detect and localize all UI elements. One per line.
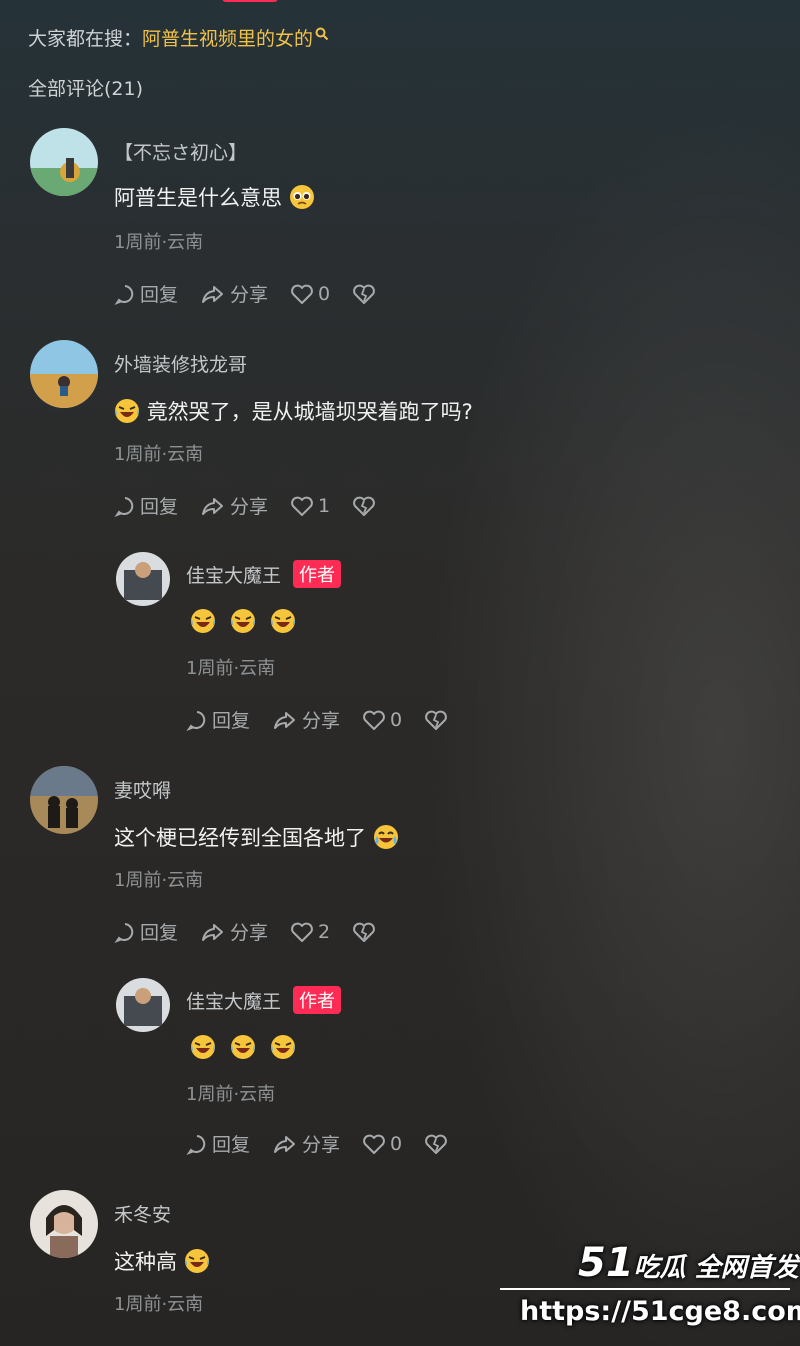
reply-button[interactable]: 回复 <box>186 706 250 733</box>
rolling-laughing-icon <box>191 1035 215 1059</box>
share-button[interactable]: 分享 <box>200 492 268 519</box>
watermark-divider <box>500 1288 790 1290</box>
share-button[interactable]: 分享 <box>272 1130 340 1157</box>
reply-icon <box>186 710 206 731</box>
comment-actions: 回复 分享 2 <box>114 918 402 945</box>
comment-meta: 1周前·云南 <box>114 444 204 465</box>
dislike-button[interactable] <box>424 1133 452 1155</box>
heart-icon <box>291 284 313 304</box>
share-icon <box>274 711 296 729</box>
broken-heart-icon <box>353 922 375 942</box>
comment-meta: 1周前·云南 <box>114 232 204 253</box>
comment-actions: 回复 分享 1 <box>114 492 402 519</box>
broken-heart-icon <box>353 284 375 304</box>
reply-icon <box>114 922 134 943</box>
dislike-button[interactable] <box>352 283 380 305</box>
share-icon <box>274 1135 296 1153</box>
reply-icon <box>114 496 134 517</box>
avatar[interactable] <box>116 978 170 1032</box>
reply-meta: 1周前·云南 <box>186 1084 276 1105</box>
share-button[interactable]: 分享 <box>272 706 340 733</box>
avatar[interactable] <box>116 552 170 606</box>
pleading-face-icon <box>289 185 314 209</box>
reply-emojis <box>190 608 296 634</box>
username[interactable]: 佳宝大魔王 作者 <box>186 986 342 1014</box>
share-button[interactable]: 分享 <box>200 280 268 307</box>
username[interactable]: 外墙装修找龙哥 <box>114 350 247 377</box>
share-icon <box>202 497 224 515</box>
reply-button[interactable]: 回复 <box>186 1130 250 1157</box>
comment-text: 阿普生是什么意思 <box>114 182 315 212</box>
comment-text: 这个梗已经传到全国各地了 <box>114 822 399 852</box>
rolling-laughing-icon <box>184 1249 209 1273</box>
share-button[interactable]: 分享 <box>200 918 268 945</box>
avatar[interactable] <box>30 340 98 408</box>
comment-text: 这种高 <box>114 1246 210 1276</box>
rolling-laughing-icon <box>271 1035 295 1059</box>
broken-heart-icon <box>425 1134 447 1154</box>
watermark: 51吃瓜 全网首发 https://51cge8.com <box>500 1236 800 1346</box>
avatar[interactable] <box>30 128 98 196</box>
heart-icon <box>291 496 313 516</box>
like-button[interactable]: 1 <box>290 495 330 517</box>
share-icon <box>202 923 224 941</box>
reply-button[interactable]: 回复 <box>114 280 178 307</box>
reply-icon <box>186 1134 206 1155</box>
username[interactable]: 禾冬安 <box>114 1200 171 1227</box>
rolling-laughing-icon <box>191 609 215 633</box>
reply-actions: 回复 分享 0 <box>186 706 474 733</box>
username[interactable]: 妻哎嘚 <box>114 776 171 803</box>
broken-heart-icon <box>353 496 375 516</box>
dislike-button[interactable] <box>352 495 380 517</box>
reply-icon <box>114 284 134 305</box>
comment-meta: 1周前·云南 <box>114 1294 204 1315</box>
comment-text: 竟然哭了，是从城墙坝哭着跑了吗? <box>114 396 473 426</box>
top-tab-indicator <box>222 0 278 2</box>
dislike-button[interactable] <box>352 921 380 943</box>
comment-meta: 1周前·云南 <box>114 870 204 891</box>
search-suggestion[interactable]: 大家都在搜：阿普生视频里的女的 <box>28 24 329 51</box>
reply-actions: 回复 分享 0 <box>186 1130 474 1157</box>
rolling-laughing-icon <box>271 609 295 633</box>
broken-heart-icon <box>425 710 447 730</box>
reply-meta: 1周前·云南 <box>186 658 276 679</box>
like-button[interactable]: 0 <box>290 283 330 305</box>
reply-button[interactable]: 回复 <box>114 918 178 945</box>
dislike-button[interactable] <box>424 709 452 731</box>
username[interactable]: 【不忘さ初心】 <box>114 138 247 165</box>
tears-of-joy-icon <box>373 825 398 849</box>
search-prefix: 大家都在搜： <box>28 28 143 50</box>
rolling-laughing-icon <box>231 609 255 633</box>
reply-button[interactable]: 回复 <box>114 492 178 519</box>
search-icon[interactable] <box>315 24 329 46</box>
watermark-brand: 51吃瓜 全网首发 <box>578 1240 799 1286</box>
comment-actions: 回复 分享 0 <box>114 280 402 307</box>
reply-emojis <box>190 1034 296 1060</box>
avatar[interactable] <box>30 766 98 834</box>
author-badge: 作者 <box>293 986 342 1014</box>
like-button[interactable]: 0 <box>362 1133 402 1155</box>
share-icon <box>202 285 224 303</box>
comments-total: 全部评论(21) <box>28 78 144 100</box>
author-badge: 作者 <box>293 560 342 588</box>
avatar[interactable] <box>30 1190 98 1258</box>
heart-icon <box>363 1134 385 1154</box>
rolling-laughing-icon <box>115 399 139 423</box>
heart-icon <box>363 710 385 730</box>
heart-icon <box>291 922 313 942</box>
search-keyword[interactable]: 阿普生视频里的女的 <box>142 28 313 50</box>
rolling-laughing-icon <box>231 1035 255 1059</box>
like-button[interactable]: 0 <box>362 709 402 731</box>
watermark-url: https://51cge8.com <box>520 1296 800 1327</box>
like-button[interactable]: 2 <box>290 921 330 943</box>
username[interactable]: 佳宝大魔王 作者 <box>186 560 342 588</box>
